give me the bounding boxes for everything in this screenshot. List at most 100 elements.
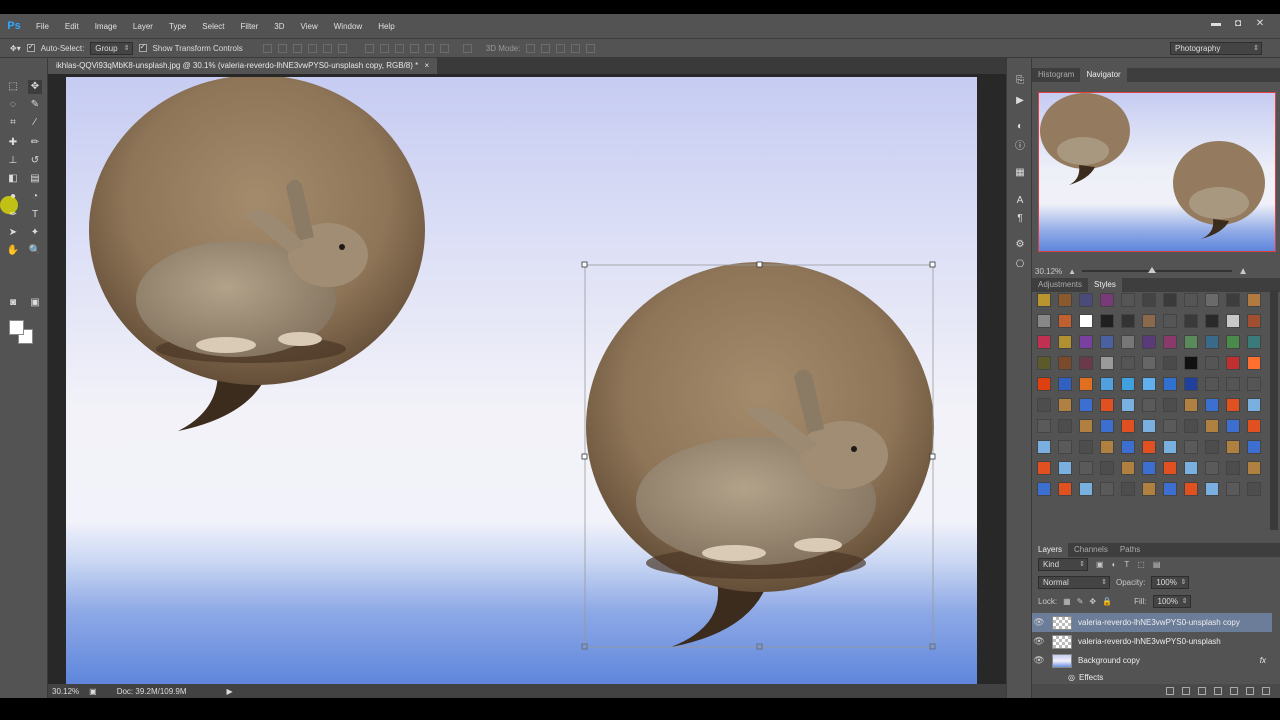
- style-swatch[interactable]: [1247, 356, 1261, 370]
- style-swatch[interactable]: [1121, 356, 1135, 370]
- style-swatch[interactable]: [1163, 440, 1177, 454]
- layer-filter-kind[interactable]: Kind: [1038, 558, 1088, 571]
- style-swatch[interactable]: [1121, 398, 1135, 412]
- style-swatch[interactable]: [1142, 377, 1156, 391]
- align-vcenter-icon[interactable]: [277, 43, 287, 53]
- filter-smart-icon[interactable]: ▤: [1153, 560, 1161, 569]
- style-swatch[interactable]: [1142, 293, 1156, 307]
- style-swatch[interactable]: [1247, 293, 1261, 307]
- style-swatch[interactable]: [1121, 482, 1135, 496]
- style-swatch[interactable]: [1184, 356, 1198, 370]
- tool-presets-panel-icon[interactable]: ⚙: [1013, 238, 1027, 252]
- quick-mask-icon[interactable]: ◙: [6, 296, 20, 310]
- align-left-icon[interactable]: [307, 43, 317, 53]
- menu-edit[interactable]: Edit: [57, 22, 87, 31]
- style-swatch[interactable]: [1058, 419, 1072, 433]
- delete-layer-icon[interactable]: [1262, 687, 1270, 695]
- foreground-color-swatch[interactable]: [9, 320, 24, 335]
- style-swatch[interactable]: [1226, 419, 1240, 433]
- tab-paths[interactable]: Paths: [1114, 543, 1146, 557]
- style-swatch[interactable]: [1205, 398, 1219, 412]
- clone-source-panel-icon[interactable]: ⎔: [1013, 258, 1027, 272]
- eyedropper-tool-icon[interactable]: ⁄: [28, 116, 42, 130]
- style-swatch[interactable]: [1205, 419, 1219, 433]
- style-swatch[interactable]: [1184, 482, 1198, 496]
- style-swatch[interactable]: [1079, 377, 1093, 391]
- align-bottom-icon[interactable]: [292, 43, 302, 53]
- eye-icon[interactable]: 👁: [1032, 655, 1046, 666]
- workspace-dropdown[interactable]: Photography: [1170, 42, 1262, 55]
- style-swatch[interactable]: [1079, 440, 1093, 454]
- minimize-icon[interactable]: ▬: [1210, 18, 1222, 30]
- style-swatch[interactable]: [1100, 314, 1114, 328]
- style-swatch[interactable]: [1079, 419, 1093, 433]
- style-swatch[interactable]: [1037, 440, 1051, 454]
- zoom-in-icon[interactable]: ▲: [1238, 266, 1248, 277]
- style-swatch[interactable]: [1058, 398, 1072, 412]
- menu-layer[interactable]: Layer: [125, 22, 161, 31]
- style-swatch[interactable]: [1121, 440, 1135, 454]
- layer-fx-badge[interactable]: fx: [1260, 656, 1266, 665]
- style-swatch[interactable]: [1163, 461, 1177, 475]
- style-swatch[interactable]: [1163, 314, 1177, 328]
- style-swatch[interactable]: [1142, 335, 1156, 349]
- style-swatch[interactable]: [1058, 482, 1072, 496]
- style-swatch[interactable]: [1184, 314, 1198, 328]
- style-swatch[interactable]: [1100, 335, 1114, 349]
- style-swatch[interactable]: [1184, 377, 1198, 391]
- 3d-slide-icon[interactable]: [571, 43, 581, 53]
- style-swatch[interactable]: [1100, 440, 1114, 454]
- move-tool-icon[interactable]: ✥: [28, 80, 42, 94]
- path-selection-tool-icon[interactable]: ➤: [6, 226, 20, 240]
- character-panel-icon[interactable]: A: [1013, 194, 1027, 208]
- info-panel-icon[interactable]: ⓘ: [1013, 140, 1027, 154]
- style-swatch[interactable]: [1247, 314, 1261, 328]
- swatches-panel-icon[interactable]: ▦: [1013, 166, 1027, 180]
- menu-filter[interactable]: Filter: [233, 22, 267, 31]
- 3d-pan-icon[interactable]: [556, 43, 566, 53]
- move-tool-icon[interactable]: ✥▾: [10, 44, 21, 53]
- menu-type[interactable]: Type: [161, 22, 194, 31]
- style-swatch[interactable]: [1226, 314, 1240, 328]
- style-swatch[interactable]: [1142, 419, 1156, 433]
- style-swatch[interactable]: [1100, 398, 1114, 412]
- filter-shape-icon[interactable]: ⬚: [1137, 560, 1145, 569]
- close-icon[interactable]: ✕: [1254, 18, 1266, 30]
- hand-tool-icon[interactable]: ✋: [6, 244, 20, 258]
- style-swatch[interactable]: [1205, 440, 1219, 454]
- menu-image[interactable]: Image: [87, 22, 125, 31]
- style-swatch[interactable]: [1226, 482, 1240, 496]
- style-swatch[interactable]: [1142, 356, 1156, 370]
- style-swatch[interactable]: [1205, 461, 1219, 475]
- adjustments-panel-icon[interactable]: ◐: [1013, 120, 1027, 134]
- style-swatch[interactable]: [1184, 398, 1198, 412]
- style-swatch[interactable]: [1163, 398, 1177, 412]
- align-right-icon[interactable]: [337, 43, 347, 53]
- document-canvas[interactable]: [66, 77, 977, 684]
- style-swatch[interactable]: [1163, 419, 1177, 433]
- lock-transparent-icon[interactable]: ▦: [1063, 597, 1071, 606]
- menu-help[interactable]: Help: [370, 22, 402, 31]
- style-swatch[interactable]: [1058, 377, 1072, 391]
- style-swatch[interactable]: [1037, 398, 1051, 412]
- style-swatch[interactable]: [1163, 482, 1177, 496]
- lasso-tool-icon[interactable]: ◌: [6, 98, 20, 112]
- style-swatch[interactable]: [1121, 419, 1135, 433]
- style-swatch[interactable]: [1058, 293, 1072, 307]
- status-menu-arrow-icon[interactable]: ▶: [227, 687, 233, 696]
- healing-brush-tool-icon[interactable]: ✚: [6, 136, 20, 150]
- auto-align-icon[interactable]: [462, 43, 472, 53]
- style-swatch[interactable]: [1205, 335, 1219, 349]
- style-swatch[interactable]: [1184, 461, 1198, 475]
- style-swatch[interactable]: [1184, 440, 1198, 454]
- filter-adjust-icon[interactable]: ◐: [1112, 560, 1117, 569]
- style-swatch[interactable]: [1100, 377, 1114, 391]
- style-swatch[interactable]: [1247, 398, 1261, 412]
- history-panel-icon[interactable]: ⎘: [1013, 74, 1027, 88]
- style-swatch[interactable]: [1079, 461, 1093, 475]
- status-zoom[interactable]: 30.12%: [52, 687, 79, 696]
- style-swatch[interactable]: [1037, 335, 1051, 349]
- style-swatch[interactable]: [1079, 335, 1093, 349]
- filter-pixel-icon[interactable]: ▣: [1096, 560, 1104, 569]
- type-tool-icon[interactable]: T: [28, 208, 42, 222]
